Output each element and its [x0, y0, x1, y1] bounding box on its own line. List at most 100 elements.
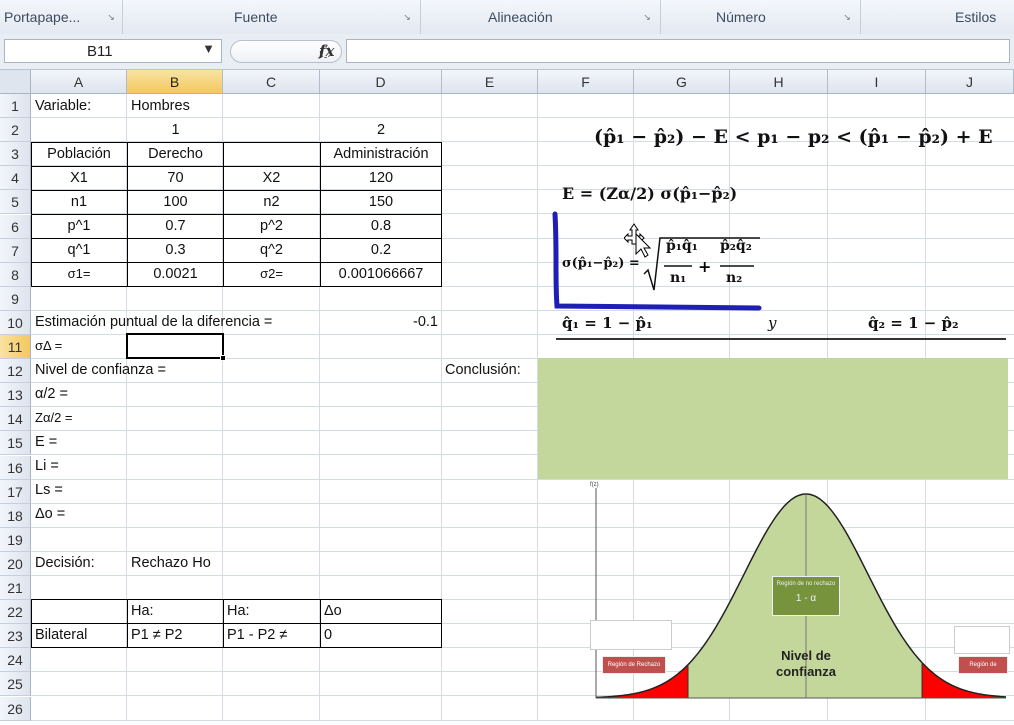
cell-C7[interactable]: q^2 — [223, 238, 320, 262]
row-header-11[interactable]: 11 — [0, 335, 31, 359]
cell-B3[interactable]: Derecho — [127, 142, 224, 166]
row-header-7[interactable]: 7 — [0, 238, 31, 263]
column-header-J[interactable]: J — [926, 70, 1014, 94]
cell-D6[interactable]: 0.8 — [320, 214, 442, 238]
ribbon-group-estilos[interactable]: Estilos — [860, 0, 1014, 34]
cell-B7[interactable]: 0.3 — [127, 238, 224, 262]
cell-A20[interactable]: Decisión: — [31, 551, 99, 575]
column-header-E[interactable]: E — [442, 70, 538, 94]
dialog-launcher-icon[interactable]: ↘ — [842, 12, 852, 22]
cell-B22[interactable]: Ha: — [127, 599, 158, 623]
cell-A14[interactable]: Zα/2 = — [31, 406, 77, 430]
cell-B1[interactable]: Hombres — [127, 94, 194, 118]
cell-D23[interactable]: 0 — [320, 623, 336, 647]
row-header-12[interactable]: 12 — [0, 359, 31, 384]
cell-C6[interactable]: p^2 — [223, 214, 320, 238]
ribbon-group-numero[interactable]: Número ↘ — [660, 0, 861, 34]
row-header-24[interactable]: 24 — [0, 648, 31, 673]
cell-D22[interactable]: Δo — [320, 599, 346, 623]
cell-A13[interactable]: α/2 = — [31, 382, 72, 406]
row-header-9[interactable]: 9 — [0, 286, 31, 311]
cell-C23[interactable]: P1 - P2 ≠ — [223, 623, 291, 647]
dialog-launcher-icon[interactable]: ↘ — [642, 12, 652, 22]
row-header-14[interactable]: 14 — [0, 407, 31, 432]
cell-A8[interactable]: σ1= — [31, 262, 127, 286]
cell-A12[interactable]: Nivel de confianza = — [31, 358, 170, 382]
dialog-launcher-icon[interactable]: ↘ — [402, 12, 412, 22]
row-header-2[interactable]: 2 — [0, 118, 31, 143]
chevron-down-icon[interactable]: ▼ — [202, 41, 215, 56]
row-header-5[interactable]: 5 — [0, 190, 31, 215]
cell-D5[interactable]: 150 — [320, 190, 442, 214]
cell-A5[interactable]: n1 — [31, 190, 127, 214]
cell-A16[interactable]: Li = — [31, 454, 63, 478]
row-header-6[interactable]: 6 — [0, 214, 31, 239]
insert-function-button[interactable]: ◌ fx — [230, 40, 342, 63]
cell-B5[interactable]: 100 — [127, 190, 224, 214]
row-header-25[interactable]: 25 — [0, 672, 31, 697]
fill-handle[interactable] — [220, 355, 226, 361]
cell-A17[interactable]: Ls = — [31, 478, 67, 502]
cell-C5[interactable]: n2 — [223, 190, 320, 214]
ribbon-group-alineacion[interactable]: Alineación ↘ — [420, 0, 661, 34]
cell-A7[interactable]: q^1 — [31, 238, 127, 262]
column-header-I[interactable]: I — [828, 70, 926, 94]
cell-D2[interactable]: 2 — [320, 118, 442, 142]
cell-B23[interactable]: P1 ≠ P2 — [127, 623, 187, 647]
column-header-C[interactable]: C — [223, 70, 320, 94]
row-header-13[interactable]: 13 — [0, 383, 31, 408]
row-header-19[interactable]: 19 — [0, 527, 31, 552]
row-header-16[interactable]: 16 — [0, 455, 31, 480]
column-header-B[interactable]: B — [127, 70, 223, 94]
ribbon-group-fuente[interactable]: Fuente ↘ — [122, 0, 421, 34]
cell-A15[interactable]: E = — [31, 430, 61, 454]
cell-E12[interactable]: Conclusión: — [441, 358, 525, 382]
cell-A11[interactable]: σΔ = — [31, 334, 66, 358]
row-header-15[interactable]: 15 — [0, 431, 31, 456]
column-header-F[interactable]: F — [538, 70, 634, 94]
cell-C22[interactable]: Ha: — [223, 599, 254, 623]
cell-B2[interactable]: 1 — [127, 118, 224, 142]
dialog-launcher-icon[interactable]: ↘ — [106, 12, 116, 22]
row-header-17[interactable]: 17 — [0, 479, 31, 504]
row-header-8[interactable]: 8 — [0, 262, 31, 287]
cell-D7[interactable]: 0.2 — [320, 238, 442, 262]
active-cell-B11[interactable] — [126, 333, 224, 359]
column-header-G[interactable]: G — [634, 70, 730, 94]
row-header-22[interactable]: 22 — [0, 600, 31, 625]
cell-D10[interactable]: -0.1 — [320, 310, 442, 334]
ribbon-group-portapapeles[interactable]: Portapape... ↘ — [0, 0, 123, 34]
cell-D4[interactable]: 120 — [320, 166, 442, 190]
row-header-1[interactable]: 1 — [0, 94, 31, 118]
cell-D3[interactable]: Administración — [320, 142, 442, 166]
row-header-18[interactable]: 18 — [0, 503, 31, 528]
formula-input[interactable] — [346, 39, 1010, 63]
cell-A23[interactable]: Bilateral — [31, 623, 91, 647]
column-header-H[interactable]: H — [730, 70, 828, 94]
row-header-26[interactable]: 26 — [0, 696, 31, 721]
name-box[interactable]: B11 ▼ — [4, 39, 222, 63]
cell-C8[interactable]: σ2= — [223, 262, 320, 286]
row-header-4[interactable]: 4 — [0, 166, 31, 191]
cell-B20[interactable]: Rechazo Ho — [127, 551, 215, 575]
select-all-corner[interactable] — [0, 70, 31, 94]
row-header-20[interactable]: 20 — [0, 551, 31, 576]
cell-C4[interactable]: X2 — [223, 166, 320, 190]
cell-A18[interactable]: Δo = — [31, 502, 69, 526]
cell-B6[interactable]: 0.7 — [127, 214, 224, 238]
column-header-D[interactable]: D — [320, 70, 442, 94]
cell-A4[interactable]: X1 — [31, 166, 127, 190]
column-header-A[interactable]: A — [31, 70, 127, 94]
row-header-3[interactable]: 3 — [0, 142, 31, 167]
cell-A6[interactable]: p^1 — [31, 214, 127, 238]
nivel-label-line2: confianza — [776, 664, 836, 679]
row-header-23[interactable]: 23 — [0, 624, 31, 649]
row-header-10[interactable]: 10 — [0, 310, 31, 335]
cell-D8[interactable]: 0.001066667 — [320, 262, 442, 286]
cell-A3[interactable]: Población — [31, 142, 127, 166]
cell-B8[interactable]: 0.0021 — [127, 262, 224, 286]
cell-A1[interactable]: Variable: — [31, 94, 95, 118]
cell-B4[interactable]: 70 — [127, 166, 224, 190]
cell-A10[interactable]: Estimación puntual de la diferencia = — [31, 310, 276, 334]
row-header-21[interactable]: 21 — [0, 576, 31, 600]
